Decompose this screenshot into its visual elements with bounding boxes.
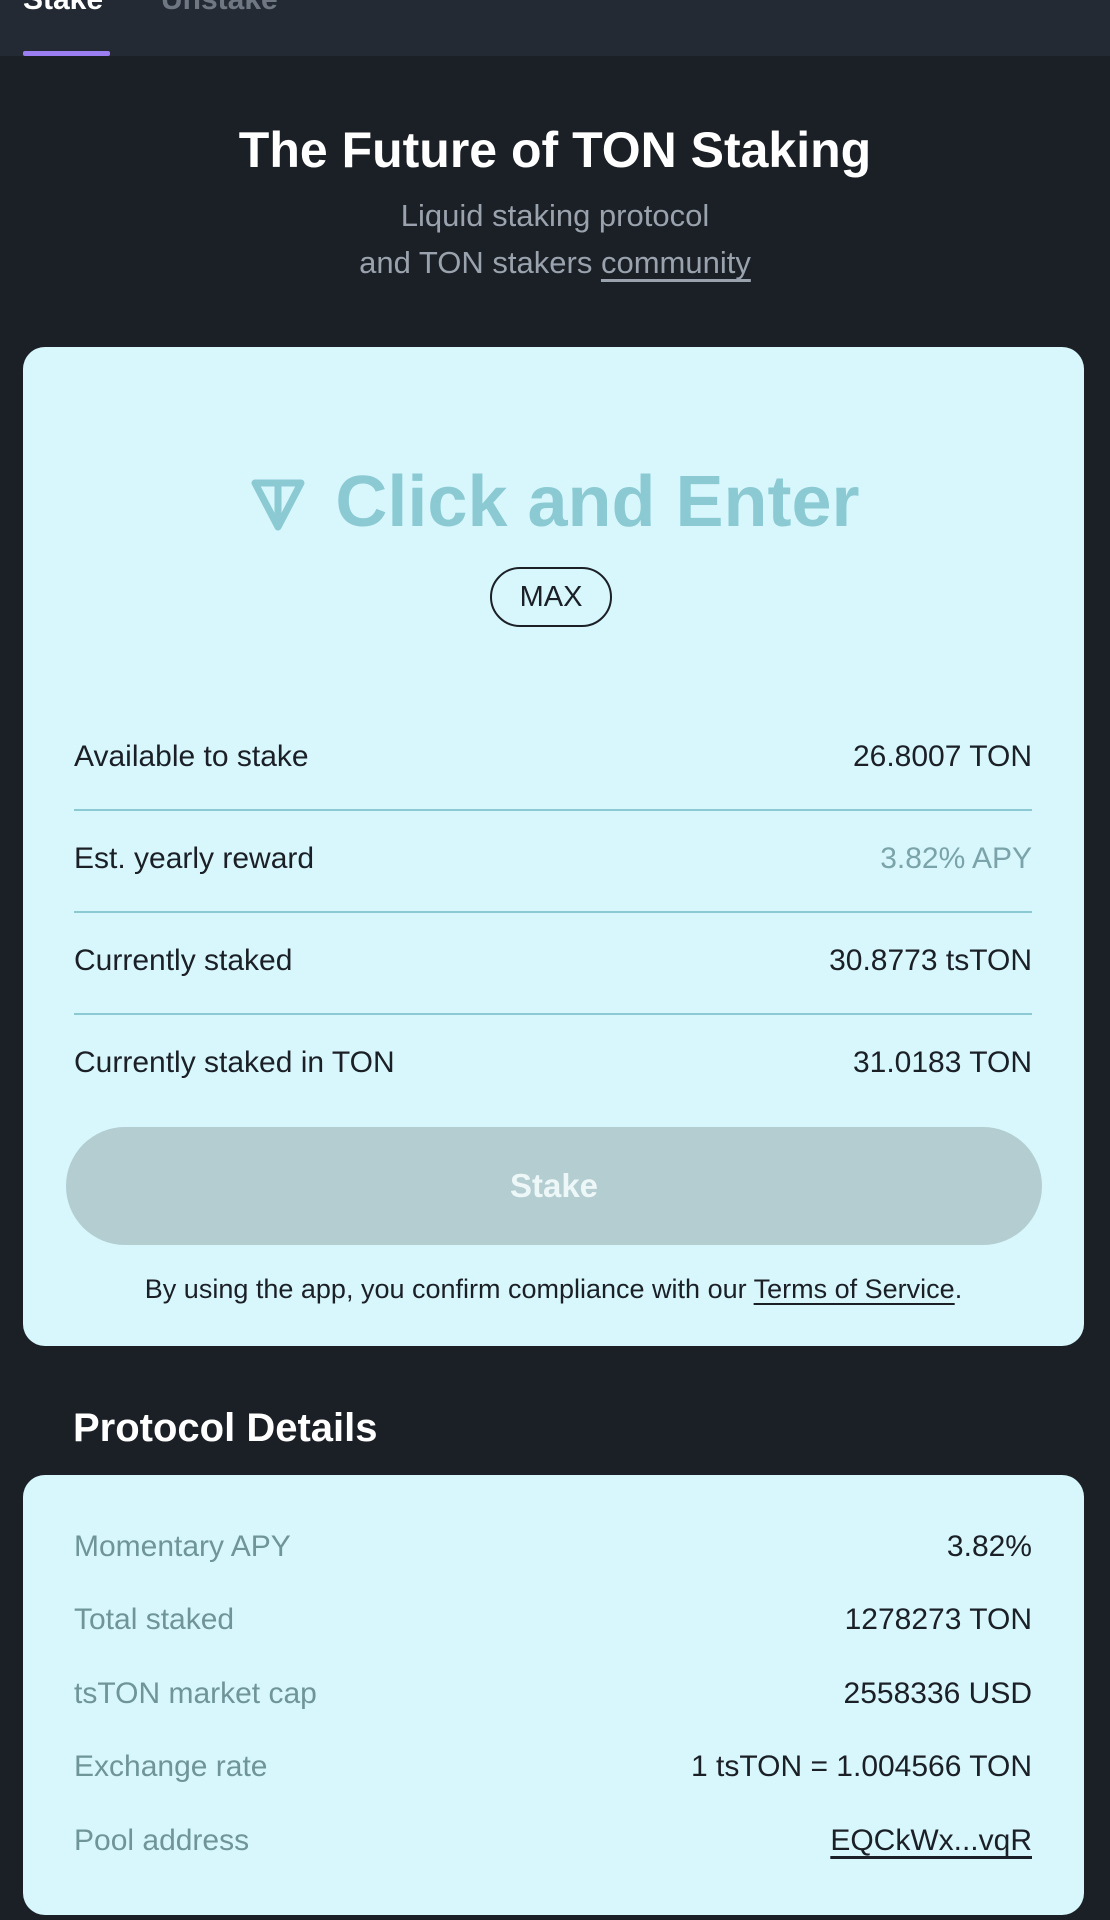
staked-in-ton-label: Currently staked in TON [74,1046,395,1079]
pool-address-label: Pool address [74,1824,250,1857]
subtitle-line-2: and TON stakers community [0,239,1110,286]
market-cap-value: 2558336 USD [843,1677,1032,1710]
exchange-rate-label: Exchange rate [74,1750,268,1783]
info-row-yearly-reward: Est. yearly reward 3.82% APY [74,839,1032,879]
protocol-row-market-cap: tsTON market cap 2558336 USD [74,1674,1032,1714]
total-staked-value: 1278273 TON [844,1603,1032,1636]
terms-of-service-link[interactable]: Terms of Service [754,1274,955,1304]
protocol-row-pool-address: Pool address EQCkWx...vqR [74,1821,1032,1861]
protocol-row-exchange-rate: Exchange rate 1 tsTON = 1.004566 TON [74,1747,1032,1787]
divider [74,809,1032,811]
currently-staked-value: 30.8773 tsTON [829,944,1032,977]
yearly-reward-label: Est. yearly reward [74,842,315,875]
market-cap-label: tsTON market cap [74,1677,317,1710]
terms-prefix: By using the app, you confirm compliance… [144,1274,754,1304]
momentary-apy-label: Momentary APY [74,1530,291,1563]
page-title: The Future of TON Staking [238,122,872,178]
amount-input[interactable]: Click and Enter [23,457,1084,547]
max-button[interactable]: MAX [490,567,612,627]
tab-bar: Stake Unstake [0,0,1110,56]
tab-stake[interactable]: Stake [23,0,103,18]
divider [74,1013,1032,1015]
terms-notice: By using the app, you confirm compliance… [23,1269,1084,1309]
total-staked-label: Total staked [74,1603,235,1636]
terms-suffix: . [954,1274,963,1304]
page-subtitle: Liquid staking protocol and TON stakers … [0,192,1110,286]
info-row-currently-staked: Currently staked 30.8773 tsTON [74,941,1032,981]
yearly-reward-value: 3.82% APY [880,842,1032,875]
protocol-details-title: Protocol Details [73,1406,378,1450]
staked-in-ton-value: 31.0183 TON [852,1046,1032,1079]
protocol-details-card: Momentary APY 3.82% Total staked 1278273… [23,1475,1084,1915]
community-link[interactable]: community [601,245,751,280]
info-row-available: Available to stake 26.8007 TON [74,737,1032,777]
ton-icon [251,479,305,531]
subtitle-line-1: Liquid staking protocol [400,198,710,233]
exchange-rate-value: 1 tsTON = 1.004566 TON [690,1750,1032,1783]
stake-card: Click and Enter MAX Available to stake 2… [23,347,1084,1346]
info-row-staked-in-ton: Currently staked in TON 31.0183 TON [74,1043,1032,1083]
subtitle-prefix: and TON stakers [359,245,601,280]
active-tab-indicator [23,51,110,56]
tab-unstake[interactable]: Unstake [161,0,278,18]
available-label: Available to stake [74,740,309,773]
currently-staked-label: Currently staked [74,944,293,977]
stake-button[interactable]: Stake [66,1127,1042,1245]
protocol-row-apy: Momentary APY 3.82% [74,1527,1032,1567]
available-value: 26.8007 TON [852,740,1032,773]
momentary-apy-value: 3.82% [946,1530,1032,1563]
protocol-row-total-staked: Total staked 1278273 TON [74,1600,1032,1640]
pool-address-link[interactable]: EQCkWx...vqR [830,1821,1032,1861]
divider [74,911,1032,913]
amount-placeholder: Click and Enter [335,462,860,542]
